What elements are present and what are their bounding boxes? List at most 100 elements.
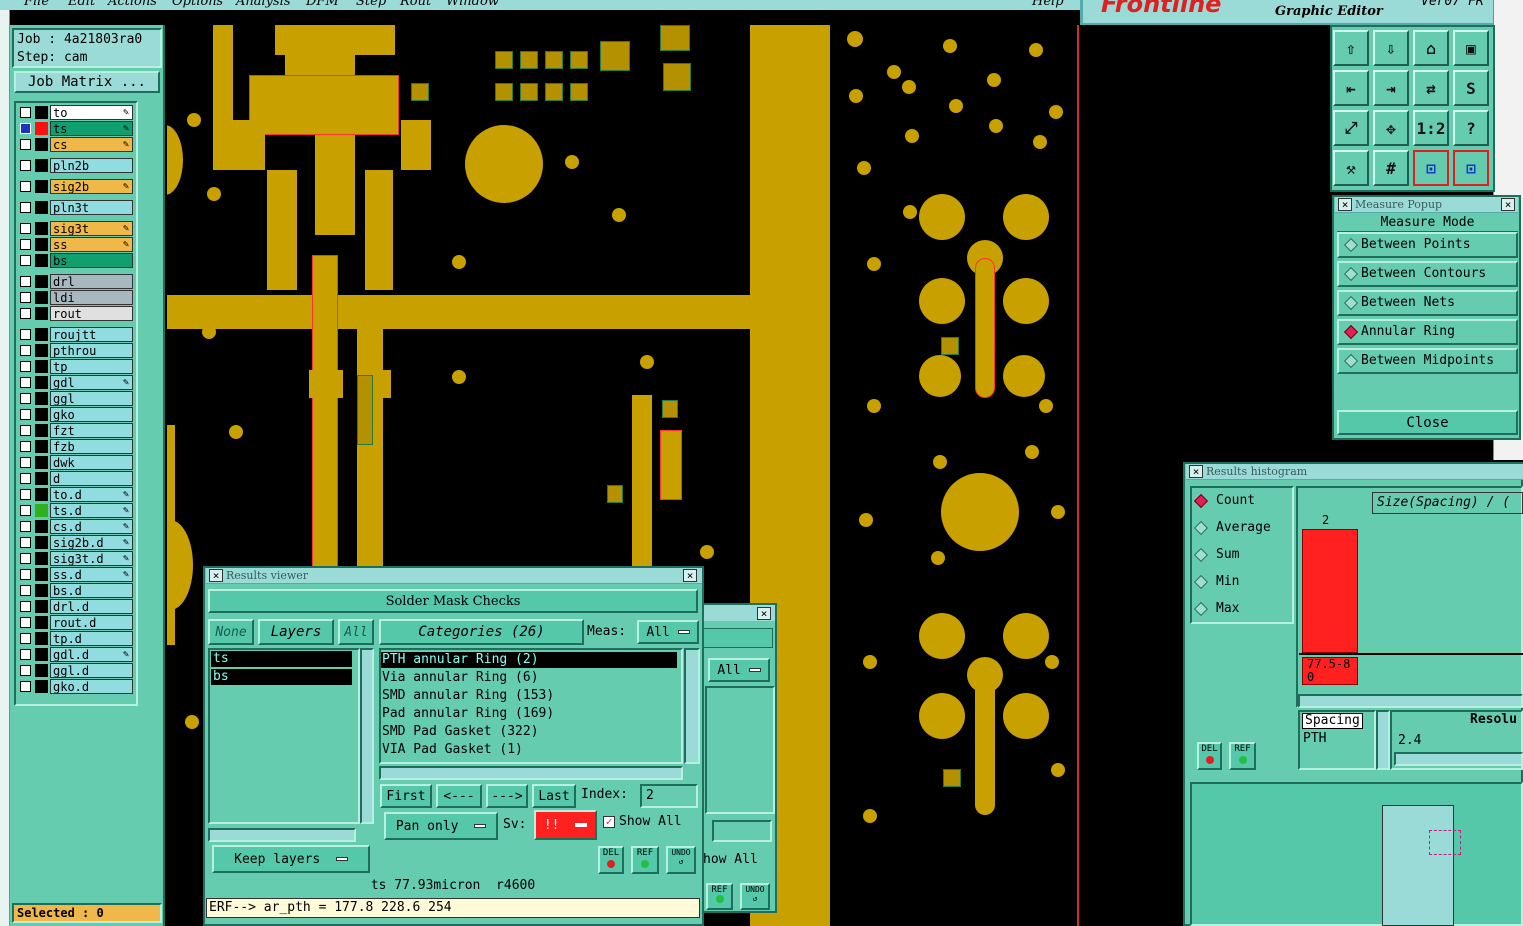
category-vscroll[interactable]	[684, 648, 700, 764]
layer-row-drl-d[interactable]: drl.d	[18, 599, 133, 614]
menu-actions[interactable]: Actions	[108, 0, 157, 9]
radio-icon[interactable]	[1343, 266, 1359, 282]
layer-checkbox[interactable]	[20, 107, 31, 118]
layer-marker[interactable]	[35, 424, 48, 437]
layer-marker[interactable]	[35, 552, 48, 565]
layer-row-rout-d[interactable]: rout.d	[18, 615, 133, 630]
ruler-icon[interactable]: ⚒	[1333, 150, 1369, 186]
histogram-menu-icon[interactable]: ×	[1189, 465, 1203, 478]
severity-dropdown[interactable]: !!	[534, 810, 597, 840]
layer-checkbox[interactable]	[20, 457, 31, 468]
layer-marker[interactable]	[35, 275, 48, 288]
layers-button[interactable]: Layers	[258, 619, 334, 645]
layer-name[interactable]: ldi	[50, 290, 133, 305]
layer-checkbox[interactable]	[20, 377, 31, 388]
layer-row-bs[interactable]: bs	[18, 253, 133, 268]
menu-analysis[interactable]: Analysis	[236, 0, 291, 9]
layer-marker[interactable]	[35, 520, 48, 533]
show-all-checkbox[interactable]: ✓	[603, 816, 615, 828]
del-button[interactable]: DEL	[598, 846, 624, 874]
layer-row-sig3t[interactable]: sig3t ✎	[18, 221, 133, 236]
behind-undo-button[interactable]: UNDO ↺	[740, 883, 770, 910]
radio-icon[interactable]	[1343, 324, 1359, 340]
right-icon[interactable]: ⇥	[1373, 70, 1409, 106]
layer-marker[interactable]	[35, 344, 48, 357]
menu-edit[interactable]: Edit	[68, 0, 95, 9]
result-layer-bs[interactable]: bs	[211, 669, 352, 685]
histogram-mode-average[interactable]: Average	[1193, 520, 1271, 536]
histogram-ref-button[interactable]: REF	[1229, 742, 1256, 770]
layer-name[interactable]: sig2b.d ✎	[50, 535, 133, 550]
layer-name[interactable]: bs	[50, 253, 133, 268]
menu-step[interactable]: Step	[356, 0, 386, 9]
layer-marker[interactable]	[35, 664, 48, 677]
layer-checkbox[interactable]	[20, 223, 31, 234]
menu-dfm[interactable]: DFM	[306, 0, 339, 9]
layer-name[interactable]: ts ✎	[50, 121, 133, 136]
layer-checkbox[interactable]	[20, 123, 31, 134]
home-down-icon[interactable]: ⇩	[1373, 30, 1409, 66]
histogram-bar[interactable]	[1302, 529, 1358, 653]
layer-name[interactable]: fzt	[50, 423, 133, 438]
none-button[interactable]: None	[208, 619, 254, 645]
layer-checkbox[interactable]	[20, 255, 31, 266]
layer-row-bs-d[interactable]: bs.d	[18, 583, 133, 598]
measure-mode-annular-ring[interactable]: Annular Ring	[1337, 319, 1518, 345]
results-viewer-titlebar[interactable]: Results viewer	[206, 568, 702, 584]
results-viewer-close-icon[interactable]: ×	[683, 569, 697, 582]
layer-name[interactable]: gdl.d ✎	[50, 647, 133, 662]
layer-checkbox[interactable]	[20, 181, 31, 192]
behind-input[interactable]	[712, 820, 772, 842]
layer-marker[interactable]	[35, 568, 48, 581]
first-button[interactable]: First	[380, 784, 432, 808]
layer-name[interactable]: fzb	[50, 439, 133, 454]
layer-list-vscroll[interactable]	[360, 648, 374, 824]
layer-checkbox[interactable]	[20, 553, 31, 564]
behind-all-dropdown[interactable]: All	[708, 658, 770, 682]
keep-layers-dropdown[interactable]: Keep layers	[212, 845, 370, 873]
category-item[interactable]: SMD Pad Gasket (322)	[382, 724, 539, 739]
layer-row-gko-d[interactable]: gko.d	[18, 679, 133, 694]
left-icon[interactable]: ⇤	[1333, 70, 1369, 106]
layer-checkbox[interactable]	[20, 160, 31, 171]
layer-name[interactable]: rout.d	[50, 615, 133, 630]
layer-checkbox[interactable]	[20, 329, 31, 340]
layer-row-gdl[interactable]: gdl ✎	[18, 375, 133, 390]
layer-marker[interactable]	[35, 536, 48, 549]
layer-marker[interactable]	[35, 291, 48, 304]
layer-marker[interactable]	[35, 648, 48, 661]
layer-marker[interactable]	[35, 680, 48, 693]
layer-name[interactable]: d	[50, 471, 133, 486]
layer-marker[interactable]	[35, 328, 48, 341]
result-layer-ts[interactable]: ts	[211, 651, 352, 667]
layer-marker[interactable]	[35, 504, 48, 517]
layer-marker[interactable]	[35, 159, 48, 172]
layer-marker[interactable]	[35, 201, 48, 214]
layer-row-ss-d[interactable]: ss.d ✎	[18, 567, 133, 582]
net-left-icon[interactable]: ⊡	[1413, 150, 1449, 186]
layer-checkbox[interactable]	[20, 537, 31, 548]
layer-row-sig2b-d[interactable]: sig2b.d ✎	[18, 535, 133, 550]
layer-checkbox[interactable]	[20, 649, 31, 660]
layer-marker[interactable]	[35, 106, 48, 119]
layer-row-gdl-d[interactable]: gdl.d ✎	[18, 647, 133, 662]
layer-checkbox[interactable]	[20, 345, 31, 356]
layer-name[interactable]: sig3t ✎	[50, 221, 133, 236]
layer-name[interactable]: ss ✎	[50, 237, 133, 252]
layer-checkbox[interactable]	[20, 617, 31, 628]
layer-marker[interactable]	[35, 456, 48, 469]
layer-marker[interactable]	[35, 488, 48, 501]
layer-checkbox[interactable]	[20, 276, 31, 287]
layer-row-roujtt[interactable]: roujtt	[18, 327, 133, 342]
next-button[interactable]: --->	[486, 784, 528, 808]
layer-checkbox[interactable]	[20, 292, 31, 303]
layer-marker[interactable]	[35, 392, 48, 405]
layer-name[interactable]: ggl.d	[50, 663, 133, 678]
layer-marker[interactable]	[35, 472, 48, 485]
category-item[interactable]: VIA Pad Gasket (1)	[382, 742, 523, 757]
layer-marker[interactable]	[35, 376, 48, 389]
center-icon[interactable]: ✥	[1373, 110, 1409, 146]
layer-marker[interactable]	[35, 360, 48, 373]
layer-name[interactable]: rout	[50, 306, 133, 321]
histogram-mode-min[interactable]: Min	[1193, 574, 1239, 590]
